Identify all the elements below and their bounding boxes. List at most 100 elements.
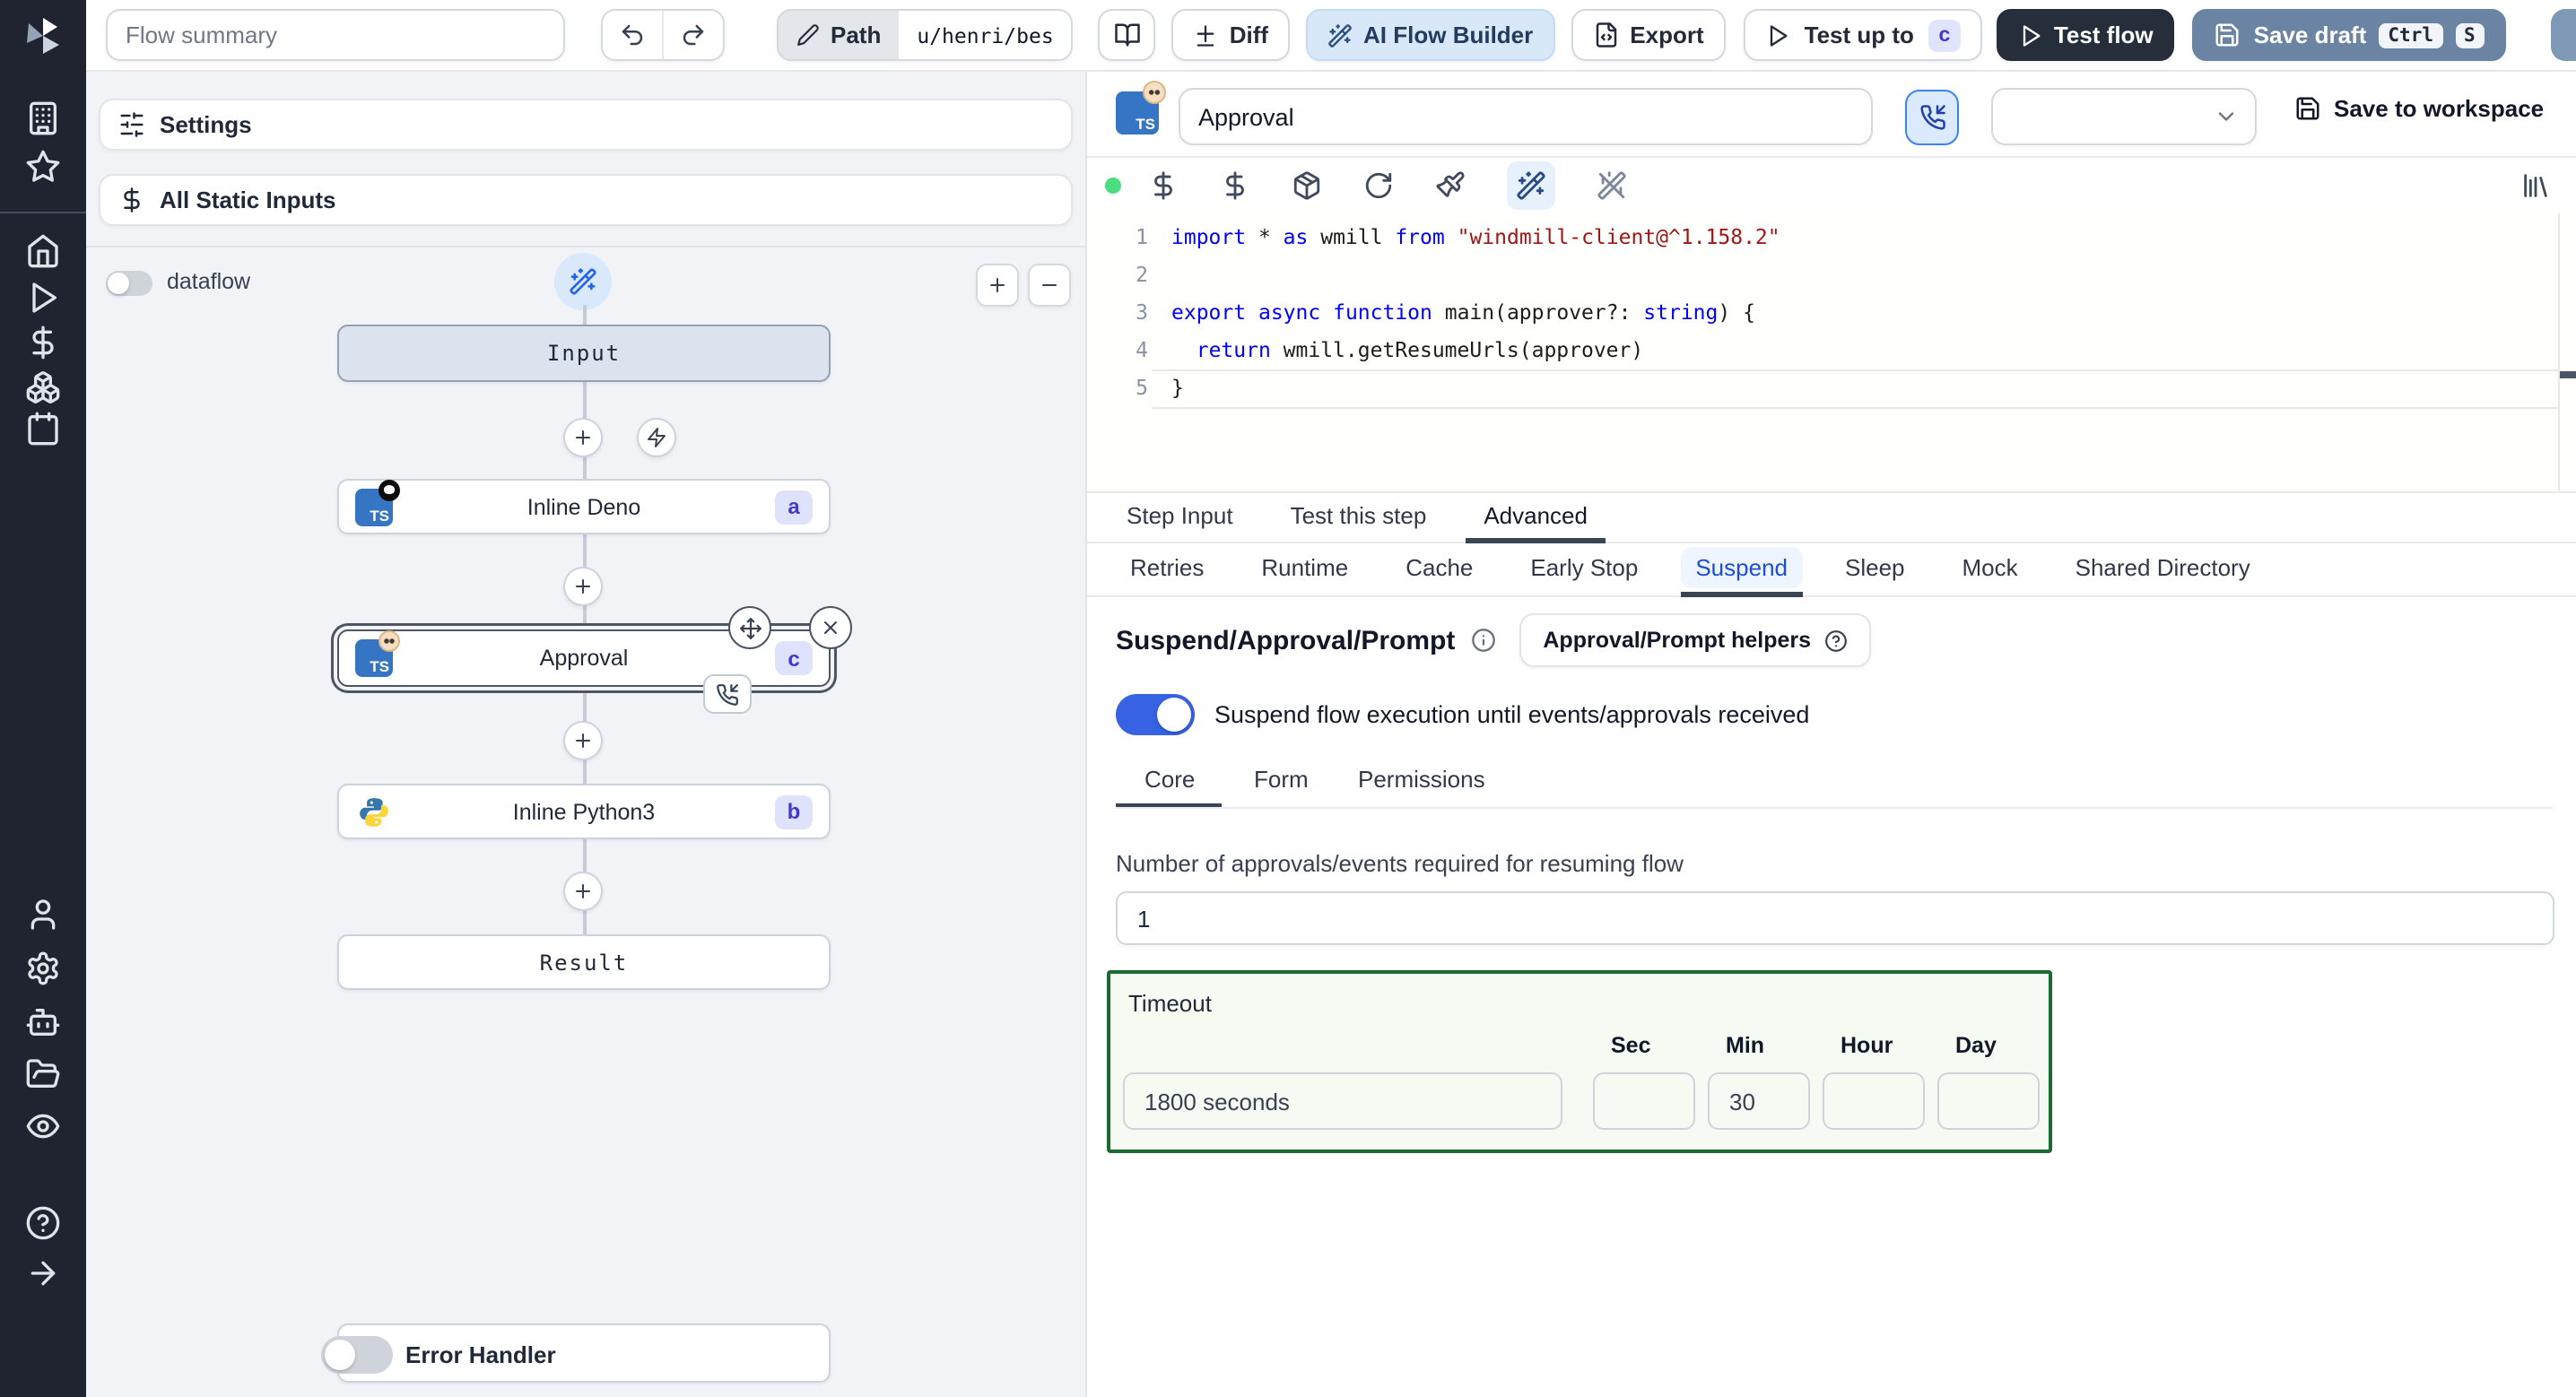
all-static-inputs-button[interactable]: All Static Inputs bbox=[99, 174, 1073, 226]
runs-icon[interactable] bbox=[25, 280, 61, 316]
tab-test-this-step[interactable]: Test this step bbox=[1273, 493, 1445, 543]
tab-retries[interactable]: Retries bbox=[1116, 543, 1218, 597]
resources-icon[interactable] bbox=[25, 369, 61, 405]
approval-prompt-helpers-button[interactable]: Approval/Prompt helpers bbox=[1519, 613, 1871, 667]
approvals-required-label: Number of approvals/events required for … bbox=[1116, 850, 1684, 877]
format-icon[interactable] bbox=[1435, 170, 1466, 201]
ai-step-suggestion-button[interactable] bbox=[554, 253, 612, 310]
expand-rail-icon[interactable] bbox=[25, 1255, 61, 1291]
workers-icon[interactable] bbox=[25, 1004, 61, 1040]
undo-button[interactable] bbox=[603, 11, 662, 59]
variables-icon[interactable] bbox=[25, 325, 61, 360]
helpers-label: Approval/Prompt helpers bbox=[1543, 628, 1812, 653]
path-label: Path bbox=[831, 22, 882, 48]
insert-step-button[interactable] bbox=[563, 872, 603, 911]
save-draft-button[interactable]: Save draft Ctrl S bbox=[2192, 9, 2506, 61]
flow-graph-panel: Settings All Static Inputs dataflow Inpu… bbox=[86, 72, 1087, 1397]
path-edit-segment[interactable]: Path bbox=[779, 11, 900, 59]
editor-scrollbar-thumb[interactable] bbox=[2560, 371, 2576, 378]
suspend-section-title: Suspend/Approval/Prompt bbox=[1116, 625, 1456, 655]
docs-button[interactable] bbox=[1098, 9, 1156, 61]
library-icon[interactable] bbox=[2520, 170, 2551, 201]
audit-logs-icon[interactable] bbox=[25, 1108, 61, 1144]
export-button[interactable]: Export bbox=[1571, 9, 1726, 61]
code-editor[interactable]: 12345 import * as wmill from "windmill-c… bbox=[1087, 213, 2576, 493]
error-handler-toggle[interactable] bbox=[321, 1336, 393, 1374]
editor-scrollbar-track bbox=[2558, 213, 2560, 491]
ai-gen-off-icon[interactable] bbox=[1597, 170, 1627, 201]
test-flow-button[interactable]: Test flow bbox=[1996, 9, 2175, 61]
tab-step-input[interactable]: Step Input bbox=[1109, 493, 1251, 543]
delete-step-button[interactable] bbox=[809, 606, 852, 649]
users-icon[interactable] bbox=[25, 897, 61, 933]
tab-suspend[interactable]: Suspend bbox=[1681, 543, 1802, 597]
windmill-logo[interactable] bbox=[22, 14, 65, 57]
timeout-display-input[interactable] bbox=[1123, 1072, 1562, 1130]
node-inline-deno[interactable]: Inline Deno a bbox=[337, 479, 831, 534]
tab-advanced[interactable]: Advanced bbox=[1466, 493, 1606, 543]
variables-picker-icon[interactable] bbox=[1148, 170, 1179, 201]
timeout-day-input[interactable] bbox=[1937, 1072, 2040, 1130]
node-input[interactable]: Input bbox=[337, 325, 831, 382]
move-step-button[interactable] bbox=[728, 606, 771, 649]
insert-step-button[interactable] bbox=[563, 418, 603, 457]
insert-trigger-button[interactable] bbox=[637, 418, 676, 457]
suspend-toggle[interactable] bbox=[1116, 694, 1195, 735]
node-inline-python3[interactable]: Inline Python3 b bbox=[337, 784, 831, 839]
approvals-required-input[interactable] bbox=[1116, 891, 2554, 945]
core-tabs-baseline bbox=[1116, 807, 2553, 809]
tab-runtime[interactable]: Runtime bbox=[1247, 543, 1362, 597]
save-to-workspace-button[interactable]: Save to workspace bbox=[2294, 95, 2544, 122]
approval-emoji-icon bbox=[379, 630, 400, 652]
export-file-icon bbox=[1592, 22, 1619, 48]
diff-button[interactable]: Diff bbox=[1171, 9, 1291, 61]
timeout-sec-input[interactable] bbox=[1593, 1072, 1695, 1130]
timeout-min-input[interactable] bbox=[1708, 1072, 1810, 1130]
tab-permissions[interactable]: Permissions bbox=[1358, 766, 1485, 793]
workspace-script-dropdown[interactable] bbox=[1991, 88, 2257, 145]
typescript-icon bbox=[1116, 81, 1166, 134]
insert-step-button[interactable] bbox=[563, 567, 603, 606]
tab-core[interactable]: Core bbox=[1144, 766, 1195, 793]
suspend-phone-button[interactable] bbox=[1905, 90, 1959, 145]
tab-sleep[interactable]: Sleep bbox=[1831, 543, 1919, 597]
path-button[interactable]: Path u/henri/bes bbox=[777, 9, 1074, 61]
typescript-icon bbox=[355, 479, 400, 525]
schedules-icon[interactable] bbox=[25, 411, 61, 447]
workspace-icon[interactable] bbox=[25, 100, 61, 136]
tab-early-stop[interactable]: Early Stop bbox=[1516, 543, 1652, 597]
insert-step-button[interactable] bbox=[563, 721, 603, 760]
dependencies-icon[interactable] bbox=[1292, 170, 1322, 201]
favorites-icon[interactable] bbox=[25, 149, 61, 185]
tab-shared-directory[interactable]: Shared Directory bbox=[2061, 543, 2265, 597]
path-value-segment[interactable]: u/henri/bes bbox=[899, 11, 1072, 59]
step-tabs: Step Input Test this step Advanced bbox=[1087, 493, 2576, 543]
home-icon[interactable] bbox=[25, 233, 61, 269]
redo-icon bbox=[680, 22, 707, 48]
flow-settings-button[interactable]: Settings bbox=[99, 99, 1073, 151]
resources-picker-icon[interactable] bbox=[1220, 170, 1250, 201]
tab-form[interactable]: Form bbox=[1254, 766, 1309, 793]
dataflow-toggle[interactable] bbox=[106, 271, 152, 296]
info-icon[interactable] bbox=[1471, 628, 1496, 653]
tab-cache[interactable]: Cache bbox=[1391, 543, 1487, 597]
folders-icon[interactable] bbox=[25, 1056, 61, 1092]
zoom-out-button[interactable] bbox=[1028, 264, 1071, 307]
help-icon[interactable] bbox=[25, 1205, 61, 1241]
flow-summary-input[interactable] bbox=[106, 9, 565, 61]
settings-gear-icon[interactable] bbox=[25, 950, 61, 986]
timeout-hour-input[interactable] bbox=[1823, 1072, 1925, 1130]
reload-icon[interactable] bbox=[1363, 170, 1394, 201]
node-result[interactable]: Result bbox=[337, 934, 831, 990]
test-up-to-button[interactable]: Test up to c bbox=[1743, 9, 1982, 61]
suspend-indicator-chip[interactable] bbox=[703, 674, 752, 714]
redo-button[interactable] bbox=[664, 11, 723, 59]
tab-mock[interactable]: Mock bbox=[1948, 543, 2032, 597]
zoom-in-button[interactable] bbox=[976, 264, 1019, 307]
error-handler-bar[interactable]: Error Handler bbox=[321, 1323, 831, 1383]
test-up-to-label: Test up to bbox=[1804, 22, 1914, 48]
ai-gen-button[interactable] bbox=[1507, 161, 1555, 210]
deploy-button-cropped[interactable] bbox=[2551, 9, 2576, 61]
ai-flow-builder-button[interactable]: AI Flow Builder bbox=[1306, 9, 1555, 61]
step-name-input[interactable] bbox=[1179, 88, 1873, 145]
